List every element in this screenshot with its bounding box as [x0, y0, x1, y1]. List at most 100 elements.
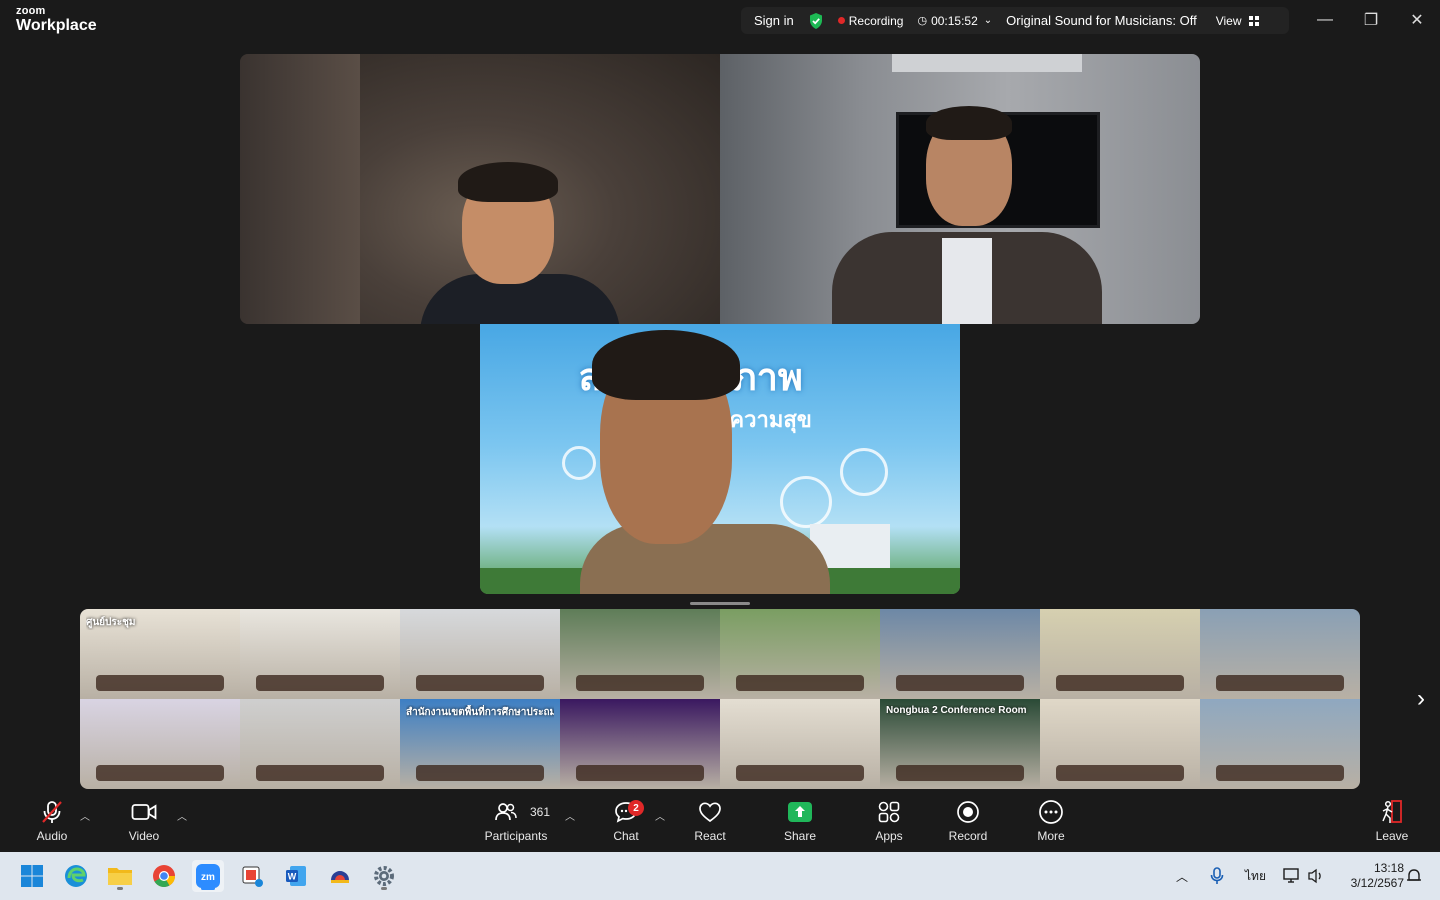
participants-button[interactable]: 361 Participants [478, 792, 554, 850]
participants-label: Participants [484, 829, 548, 843]
meeting-table [896, 675, 1024, 691]
chat-options-caret-icon[interactable]: ︿ [655, 808, 665, 823]
more-label: More [1037, 829, 1065, 843]
participants-count: 361 [530, 805, 551, 819]
notifications-icon[interactable] [1406, 852, 1422, 900]
minimize-button[interactable]: — [1302, 0, 1348, 40]
resize-handle[interactable] [690, 602, 750, 605]
video-button[interactable]: Video [106, 792, 182, 850]
muted-microphone-icon [41, 799, 63, 825]
chat-button[interactable]: 2 Chat [588, 792, 664, 850]
edge-browser-icon[interactable] [60, 860, 92, 892]
settings-gear-icon[interactable] [368, 860, 400, 892]
encryption-shield-icon[interactable] [801, 7, 831, 34]
react-button[interactable]: React [672, 792, 748, 850]
gallery-video-thumbnail[interactable] [560, 699, 720, 789]
gallery-video-thumbnail[interactable] [1200, 609, 1360, 699]
person-hair [458, 162, 558, 202]
close-button[interactable]: ✕ [1394, 0, 1440, 40]
microphone-tray-icon[interactable] [1210, 852, 1224, 900]
gallery-video-thumbnail[interactable]: สำนักงานเขตพื้นที่การศึกษาประถมศึกษาสมุท… [400, 699, 560, 789]
more-button[interactable]: More [1013, 792, 1089, 850]
participants-options-caret-icon[interactable]: ︿ [565, 808, 575, 823]
meeting-table [576, 765, 704, 781]
system-clock[interactable]: 13:18 3/12/2567 [1334, 861, 1404, 891]
network-icon[interactable] [1283, 852, 1301, 900]
share-button[interactable]: Share [762, 792, 838, 850]
gallery-video-thumbnail[interactable]: Nongbua 2 Conference Room [880, 699, 1040, 789]
os-taskbar: zm W ︿ ไทย 13:18 3/12/2567 [0, 852, 1440, 900]
gallery-video-thumbnail[interactable] [880, 609, 1040, 699]
volume-speaker-icon[interactable] [1307, 852, 1325, 900]
record-button[interactable]: Record [930, 792, 1006, 850]
audio-button[interactable]: Audio [14, 792, 90, 850]
windows-start-icon[interactable] [16, 860, 48, 892]
share-label: Share [783, 829, 817, 843]
gallery-video-thumbnail[interactable] [1040, 699, 1200, 789]
meeting-table [416, 675, 544, 691]
video-tile-participant-2[interactable] [720, 54, 1200, 324]
recording-indicator[interactable]: Recording [831, 7, 911, 34]
zoom-app-icon[interactable]: zm [192, 860, 224, 892]
record-icon [956, 799, 980, 825]
chat-label: Chat [613, 829, 639, 843]
sign-in-link[interactable]: Sign in [741, 7, 801, 34]
meeting-table [256, 765, 384, 781]
logo-brand: zoom [16, 5, 46, 17]
thumbnail-room-label: สำนักงานเขตพื้นที่การศึกษาประถมศึกษาสมุท… [406, 707, 554, 718]
gallery-video-thumbnail[interactable] [720, 699, 880, 789]
maximize-button[interactable]: ❐ [1348, 0, 1394, 40]
original-sound-status[interactable]: Original Sound for Musicians: Off [999, 7, 1204, 34]
heart-icon [698, 799, 722, 825]
audio-label: Audio [36, 829, 68, 843]
react-label: React [694, 829, 726, 843]
show-hidden-icons-chevron-icon[interactable]: ︿ [1176, 852, 1188, 900]
video-tile-participant-1[interactable] [240, 54, 720, 324]
meeting-timer[interactable]: ◷ 00:15:52 ⌄ [910, 7, 999, 34]
meeting-info-bar: Sign in Recording ◷ 00:15:52 ⌄ Original … [741, 7, 1289, 34]
logo-product: Workplace [16, 17, 97, 34]
video-tile-active-speaker[interactable]: ลงทุนคุณภาพ สู่ความสุข [480, 324, 960, 594]
next-page-chevron-icon[interactable]: › [1408, 684, 1434, 714]
gallery-video-thumbnail[interactable] [560, 609, 720, 699]
person-shirt [942, 238, 992, 324]
gallery-video-thumbnail[interactable] [240, 609, 400, 699]
zoom-logo: zoom Workplace [16, 6, 97, 34]
gallery-video-thumbnail[interactable]: ศูนย์ประชุม [80, 609, 240, 699]
leave-exit-icon [1379, 799, 1405, 825]
meeting-table [1056, 765, 1184, 781]
gallery-video-thumbnail[interactable] [1040, 609, 1200, 699]
running-indicator [117, 887, 123, 890]
person-hair [926, 106, 1012, 140]
view-button[interactable]: View [1204, 7, 1267, 34]
gallery-video-thumbnail[interactable] [1200, 699, 1360, 789]
clock-icon: ◷ [917, 15, 928, 27]
apps-button[interactable]: Apps [851, 792, 927, 850]
recording-dot-icon [837, 17, 845, 24]
video-options-caret-icon[interactable]: ︿ [177, 808, 187, 823]
meeting-table [736, 675, 864, 691]
clock-time: 13:18 [1373, 861, 1404, 875]
vpn-app-icon[interactable] [324, 860, 356, 892]
snipping-tool-icon[interactable] [236, 860, 268, 892]
chrome-browser-icon[interactable] [148, 860, 180, 892]
gallery-video-thumbnail[interactable] [80, 699, 240, 789]
gallery-video-thumbnail[interactable] [400, 609, 560, 699]
banner-circle-icon [780, 476, 832, 528]
input-language-indicator[interactable]: ไทย [1245, 852, 1266, 900]
thumbnail-room-label: ศูนย์ประชุม [86, 617, 136, 628]
leave-button[interactable]: Leave [1354, 792, 1430, 850]
thumbnail-room-label: Nongbua 2 Conference Room [886, 705, 1027, 716]
word-app-icon[interactable]: W [280, 860, 312, 892]
leave-label: Leave [1375, 829, 1409, 843]
timer-value: 00:15:52 [931, 13, 978, 28]
meeting-table [416, 765, 544, 781]
chat-unread-badge: 2 [628, 800, 644, 816]
file-explorer-icon[interactable] [104, 860, 136, 892]
more-options-icon [1038, 799, 1064, 825]
recording-label: Recording [848, 13, 904, 28]
gallery-video-thumbnail[interactable] [720, 609, 880, 699]
audio-options-caret-icon[interactable]: ︿ [80, 808, 90, 823]
active-indicator [201, 887, 215, 890]
gallery-video-thumbnail[interactable] [240, 699, 400, 789]
